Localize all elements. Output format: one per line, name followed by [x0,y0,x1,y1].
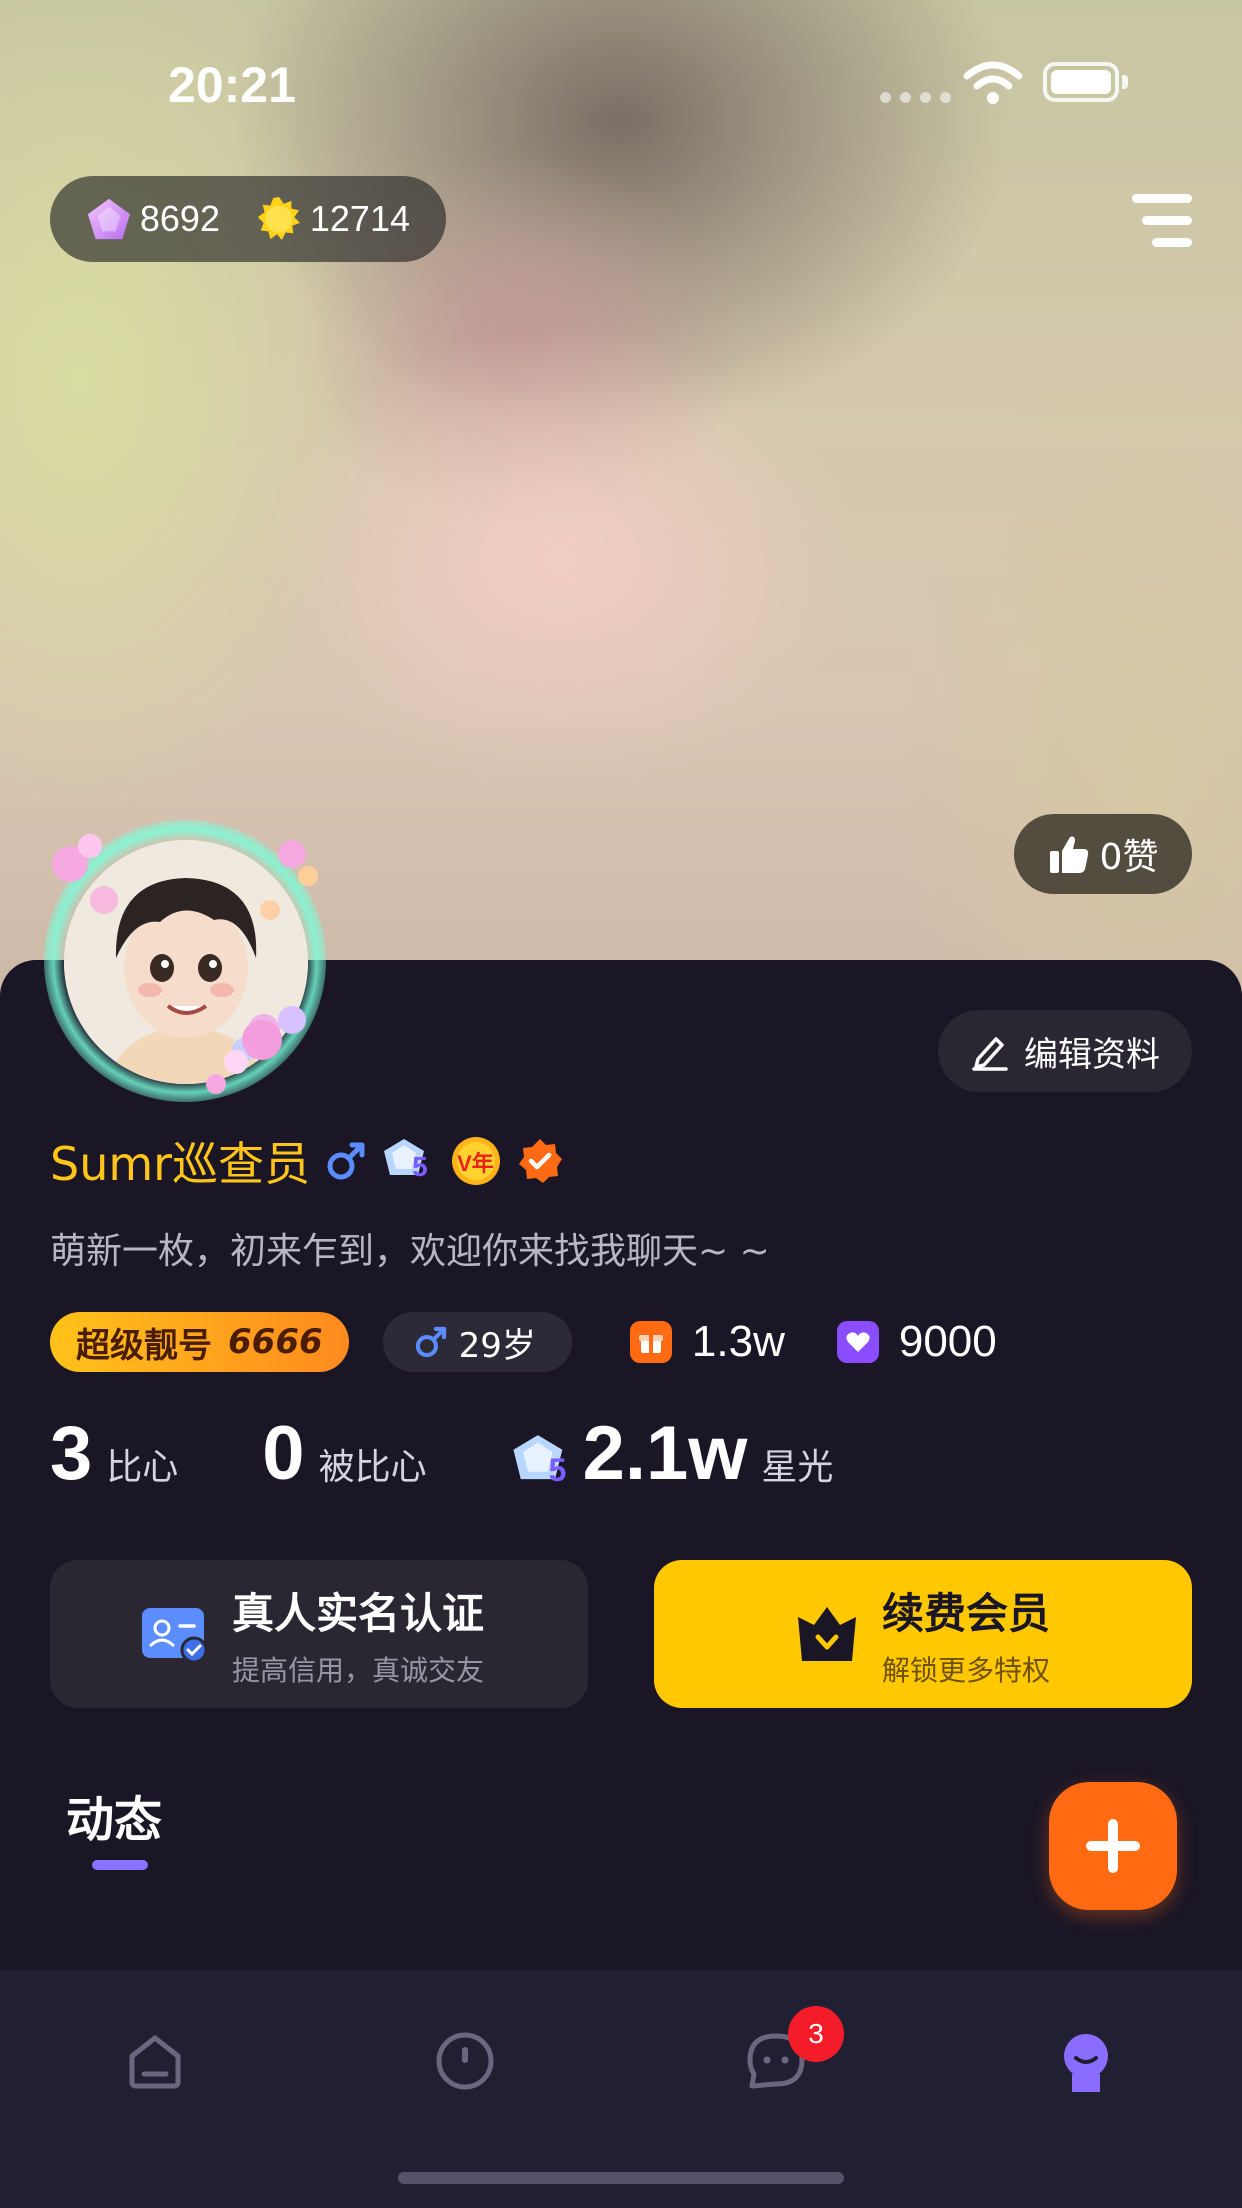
menu-icon[interactable] [1132,192,1192,248]
name-row: Sumr巡查员 5 V年 [50,1128,564,1194]
thumbs-up-icon [1049,836,1088,873]
verify-title: 真人实名认证 [232,1588,485,1638]
starlight-count: 2.1w [582,1411,748,1496]
super-number-label: 超级靓号 [76,1325,212,1366]
hearts-given-stat[interactable]: 3 比心 [50,1416,178,1492]
messages-unread-badge: 3 [788,2006,844,2062]
add-post-button[interactable] [1049,1782,1177,1910]
username: Sumr巡查员 [50,1137,311,1191]
signal-icon [880,92,951,103]
heart-value: 9000 [898,1317,997,1366]
male-icon [415,1326,446,1358]
wifi-icon [963,61,1023,104]
like-button[interactable]: 0赞 [1014,814,1192,894]
home-icon[interactable] [124,2030,186,2092]
starlight-level-badge: 5 [511,1432,577,1492]
super-number-value: 6666 [228,1322,323,1362]
avatar-flower-decoration [52,834,318,1094]
home-indicator [398,2172,844,2184]
vip-year-text: V年 [457,1151,494,1176]
starlight-stat[interactable]: 5 2.1w 星光 [511,1411,834,1496]
profile-icon[interactable] [1054,2030,1118,2094]
vip-title: 续费会员 [882,1588,1051,1638]
tab-moments[interactable]: 动态 [66,1780,162,1850]
verified-icon [519,1139,563,1183]
age-tag: 29岁 [382,1312,572,1372]
avatar-frame[interactable] [30,806,340,1106]
heart-icon [836,1321,879,1363]
coin-balance: 12714 [309,198,410,239]
pencil-icon [972,1037,1008,1071]
edit-profile-button[interactable]: 编辑资料 [938,1010,1192,1092]
coin-icon [257,197,300,241]
tab-active-indicator [92,1860,148,1870]
hearts-received-label: 被比心 [318,1447,427,1488]
status-time: 20:21 [168,57,296,113]
like-count: 0赞 [1099,837,1159,878]
starlight-label: 星光 [761,1447,834,1488]
vip-year-badge: V年 [450,1135,502,1187]
super-number-tag[interactable]: 超级靓号 6666 [50,1312,349,1372]
hearts-received-stat[interactable]: 0 被比心 [262,1416,426,1492]
hearts-given-label: 比心 [106,1447,179,1488]
level-badge-number: 5 [412,1151,428,1182]
male-icon [327,1142,365,1180]
gift-value: 1.3w [691,1317,785,1366]
diamond-balance: 8692 [139,198,220,239]
counts-row: 3 比心 0 被比心 5 2.1w 星光 [50,1416,833,1492]
renew-membership-card[interactable]: 续费会员 解锁更多特权 [654,1560,1192,1708]
gift-stat: 1.3w [629,1317,785,1367]
gift-icon [629,1321,672,1363]
id-card-icon [142,1608,208,1664]
real-name-verification-card[interactable]: 真人实名认证 提高信用，真诚交友 [50,1560,588,1708]
age-value: 29岁 [458,1325,536,1366]
hearts-received-count: 0 [262,1411,305,1496]
vip-subtitle: 解锁更多特权 [882,1653,1051,1687]
verify-subtitle: 提高信用，真诚交友 [232,1653,485,1687]
starlight-level-number: 5 [548,1452,567,1488]
level-badge: 5 [382,1137,436,1185]
wallet-pill[interactable]: 8692 12714 [50,176,446,262]
vip-crown-icon [798,1607,856,1661]
gem-level-icon [513,1435,562,1480]
diamond-icon [87,198,130,240]
battery-tip [1122,75,1128,89]
profile-bio: 萌新一枚，初来乍到，欢迎你来找我聊天~ ~ [50,1231,770,1272]
tags-row: 超级靓号 6666 29岁 1.3w 9000 [50,1312,997,1372]
battery-icon [1043,62,1119,102]
gem-level-icon [384,1139,425,1175]
edit-profile-label: 编辑资料 [1024,1034,1160,1075]
heart-stat: 9000 [836,1317,997,1367]
hearts-given-count: 3 [50,1411,93,1496]
discover-icon[interactable] [434,2030,496,2092]
